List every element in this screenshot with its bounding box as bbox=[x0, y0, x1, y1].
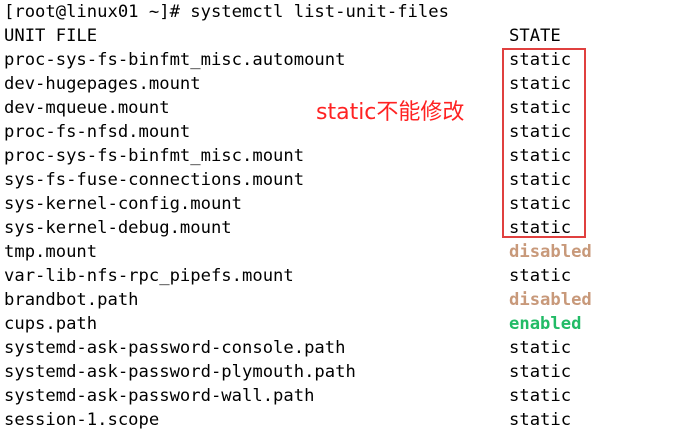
unit-file-name: systemd-ask-password-console.path bbox=[4, 338, 346, 358]
unit-file-header: UNIT FILE bbox=[4, 26, 98, 46]
unit-file-state: static bbox=[509, 386, 572, 406]
unit-file-name: dev-hugepages.mount bbox=[4, 74, 201, 94]
unit-file-name: cups.path bbox=[4, 314, 98, 334]
unit-file-name: dev-mqueue.mount bbox=[4, 98, 170, 118]
column-header-row: UNIT FILE STATE bbox=[4, 24, 672, 48]
unit-file-row: systemd-ask-password-wall.path static bbox=[4, 384, 672, 408]
unit-file-state: static bbox=[509, 362, 572, 382]
state-header: STATE bbox=[509, 26, 561, 46]
unit-file-state: static bbox=[509, 410, 572, 430]
unit-file-row: cups.path enabled bbox=[4, 312, 672, 336]
unit-file-name: sys-kernel-config.mount bbox=[4, 194, 242, 214]
unit-file-name: proc-sys-fs-binfmt_misc.mount bbox=[4, 146, 305, 166]
unit-file-name: systemd-ask-password-wall.path bbox=[4, 386, 315, 406]
unit-file-row: systemd-ask-password-console.path static bbox=[4, 336, 672, 360]
annotation-highlight-box bbox=[502, 48, 586, 238]
unit-file-name: sys-kernel-debug.mount bbox=[4, 218, 232, 238]
unit-file-row: systemd-ask-password-plymouth.path static bbox=[4, 360, 672, 384]
annotation-label: static不能修改 bbox=[316, 100, 465, 125]
unit-file-row: session-1.scope static bbox=[4, 408, 672, 432]
unit-file-row: tmp.mount disabled bbox=[4, 240, 672, 264]
unit-file-state: disabled bbox=[509, 290, 592, 310]
unit-file-state: enabled bbox=[509, 314, 582, 334]
unit-file-state: static bbox=[509, 266, 572, 286]
unit-file-name: sys-fs-fuse-connections.mount bbox=[4, 170, 305, 190]
unit-file-name: session-1.scope bbox=[4, 410, 160, 430]
unit-file-name: var-lib-nfs-rpc_pipefs.mount bbox=[4, 266, 294, 286]
command-prompt-line: [root@linux01 ~]# systemctl list-unit-fi… bbox=[4, 0, 672, 24]
unit-file-state: static bbox=[509, 338, 572, 358]
unit-file-state: disabled bbox=[509, 242, 592, 262]
unit-file-name: proc-fs-nfsd.mount bbox=[4, 122, 191, 142]
unit-file-name: proc-sys-fs-binfmt_misc.automount bbox=[4, 50, 346, 70]
unit-file-name: brandbot.path bbox=[4, 290, 139, 310]
unit-file-name: systemd-ask-password-plymouth.path bbox=[4, 362, 356, 382]
command-prompt-text: [root@linux01 ~]# systemctl list-unit-fi… bbox=[4, 2, 449, 22]
unit-file-row: var-lib-nfs-rpc_pipefs.mount static bbox=[4, 264, 672, 288]
unit-file-name: tmp.mount bbox=[4, 242, 98, 262]
unit-file-row: brandbot.path disabled bbox=[4, 288, 672, 312]
